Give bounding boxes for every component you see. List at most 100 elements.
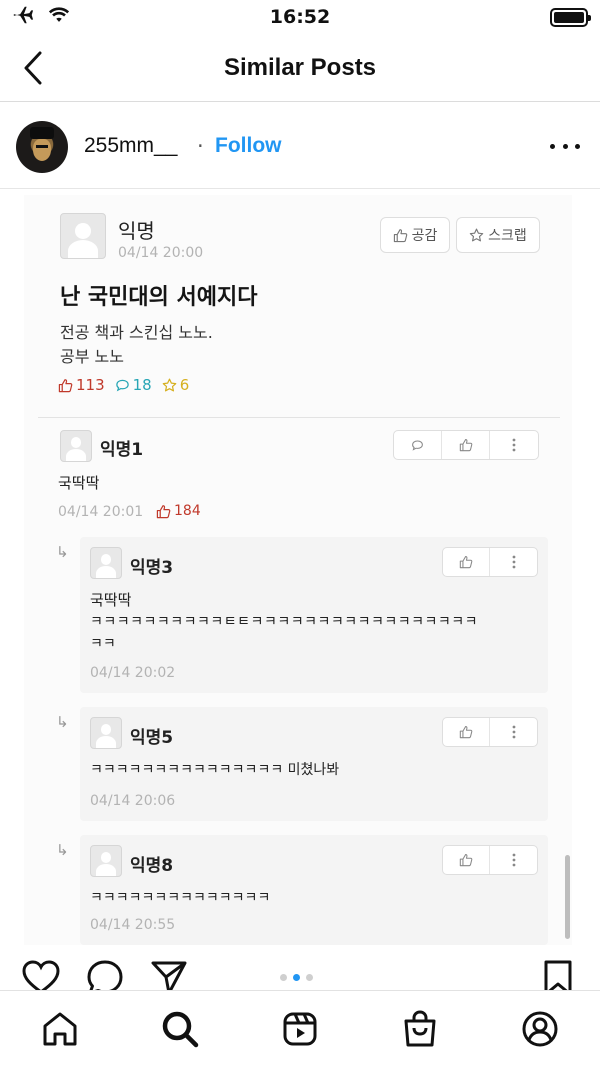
- tab-bar: [0, 990, 600, 1067]
- thumbs-up-icon: [393, 228, 407, 242]
- status-bar: 16:52: [0, 0, 600, 36]
- reply-author: 익명8: [130, 856, 174, 876]
- reply-more-button: [490, 548, 537, 576]
- username[interactable]: 255mm__: [84, 134, 177, 158]
- reply-button: [394, 431, 442, 459]
- more-vertical-icon: [512, 438, 516, 452]
- reply-more-button: [490, 718, 537, 746]
- post-likes: 113: [58, 376, 105, 394]
- post-body-line: 전공 책과 스킨십 노노.: [60, 323, 213, 342]
- reply-avatar: [90, 717, 122, 749]
- comment-icon: [115, 379, 129, 391]
- post-scraps-count: 6: [179, 376, 190, 394]
- reply-author: 익명3: [130, 558, 174, 578]
- reels-icon: [283, 1012, 317, 1046]
- comment-actions: [393, 430, 539, 460]
- more-options-button[interactable]: [550, 135, 580, 157]
- post-comments: 18: [115, 376, 152, 394]
- thumbs-up-icon: [58, 378, 73, 392]
- post-time: 04/14 20:00: [118, 245, 204, 261]
- tab-reels[interactable]: [280, 1009, 320, 1049]
- comment-author: 익명1: [100, 440, 144, 460]
- carousel-dot: [306, 974, 313, 981]
- page-title: Similar Posts: [223, 54, 377, 81]
- post-stats: 113 18 6: [58, 376, 189, 394]
- post-likes-count: 113: [76, 376, 105, 394]
- comment-more-button: [490, 431, 538, 459]
- reply-arrow-icon: ↳: [56, 841, 69, 859]
- more-vertical-icon: [512, 853, 515, 867]
- comment-likes-count: 184: [174, 503, 201, 519]
- nav-header: Similar Posts: [0, 36, 600, 102]
- more-vertical-icon: [512, 725, 515, 739]
- post-actions: [0, 952, 600, 996]
- post-author-avatar: [60, 213, 106, 259]
- empathy-button: 공감: [380, 217, 450, 253]
- carousel-dot: [280, 974, 287, 981]
- reply-like-button: [443, 548, 491, 576]
- thumbs-up-icon: [459, 556, 473, 569]
- status-time: 16:52: [269, 6, 331, 28]
- follow-button[interactable]: Follow: [215, 134, 282, 158]
- shopping-bag-icon: [404, 1010, 436, 1047]
- tab-home[interactable]: [40, 1009, 80, 1049]
- reply-text-line: ㅋㅋㅋㅋㅋㅋㅋㅋㅋㅋㅋㅋㅋㅋㅋ 미쳤나봐: [90, 762, 340, 778]
- post-body: 전공 책과 스킨십 노노. 공부 노노: [60, 321, 213, 369]
- thumbs-up-icon: [459, 439, 472, 452]
- reply-actions: [442, 845, 538, 875]
- comment-icon: [412, 440, 423, 451]
- star-icon: [469, 228, 484, 241]
- separator-dot: ·: [197, 134, 204, 158]
- post-body-line: 공부 노노: [60, 347, 124, 366]
- reply-like-button: [443, 846, 491, 874]
- heart-icon: [22, 960, 60, 994]
- post-header: 255mm__ · Follow: [0, 103, 600, 189]
- reply-time: 04/14 20:02: [90, 665, 176, 681]
- reply-arrow-icon: ↳: [56, 543, 69, 561]
- post-scraps: 6: [162, 376, 190, 394]
- search-icon: [162, 1011, 199, 1048]
- tab-search[interactable]: [160, 1009, 200, 1049]
- divider: [38, 417, 560, 418]
- reply-arrow-icon: ↳: [56, 713, 69, 731]
- carousel-dot-active: [293, 974, 300, 981]
- profile-icon: [522, 1011, 558, 1047]
- comment-text: 국딱딱: [58, 474, 100, 492]
- reply-time: 04/14 20:55: [90, 917, 176, 933]
- tab-profile[interactable]: [520, 1009, 560, 1049]
- comment-like-button: [442, 431, 490, 459]
- reply-avatar: [90, 845, 122, 877]
- reply-time: 04/14 20:06: [90, 793, 176, 809]
- more-vertical-icon: [512, 555, 515, 569]
- reply-text-line: ㅋㅋㅋㅋㅋㅋㅋㅋㅋㅋㅌㅌㅋㅋㅋㅋㅋㅋㅋㅋㅋㅋㅋㅋㅋㅋㅋㅋㅋ: [90, 614, 479, 630]
- reply-actions: [442, 717, 538, 747]
- reply-avatar: [90, 547, 122, 579]
- avatar[interactable]: [16, 121, 68, 173]
- scrap-label: 스크랩: [488, 228, 527, 244]
- reply-card: 익명8 ㅋㅋㅋㅋㅋㅋㅋㅋㅋㅋㅋㅋㅋㅋ 04/14 20:55: [80, 835, 548, 945]
- thumbs-up-icon: [459, 726, 473, 739]
- reply-text-line: ㅋㅋ: [90, 636, 116, 652]
- scrap-button: 스크랩: [456, 217, 540, 253]
- reply-author: 익명5: [130, 728, 174, 748]
- star-icon: [162, 378, 177, 391]
- thumbs-up-icon: [156, 504, 171, 518]
- reply-card: 익명3 국딱딱 ㅋㅋㅋㅋㅋㅋㅋㅋㅋㅋㅌㅌㅋㅋㅋㅋㅋㅋㅋㅋㅋㅋㅋㅋㅋㅋㅋㅋㅋ ㅋㅋ…: [80, 537, 548, 693]
- reply-actions: [442, 547, 538, 577]
- comment-likes: 184: [156, 503, 201, 519]
- reply-text-line: ㅋㅋㅋㅋㅋㅋㅋㅋㅋㅋㅋㅋㅋㅋ: [90, 890, 271, 906]
- comment-time: 04/14 20:01: [58, 504, 144, 520]
- tab-shop[interactable]: [400, 1009, 440, 1049]
- thumbs-up-icon: [459, 854, 473, 867]
- reply-like-button: [443, 718, 491, 746]
- scrollbar: [565, 855, 570, 939]
- reply-more-button: [490, 846, 537, 874]
- empathy-label: 공감: [411, 228, 438, 244]
- comment-avatar: [60, 430, 92, 462]
- post-author-name: 익명: [118, 219, 155, 243]
- reply-text-line: 국딱딱: [90, 591, 132, 609]
- post-image: 익명 04/14 20:00 공감 스크랩 난 국민대의 서예지다 전공 책과 …: [24, 195, 572, 945]
- battery-icon: [550, 8, 591, 27]
- reply-card: 익명5 ㅋㅋㅋㅋㅋㅋㅋㅋㅋㅋㅋㅋㅋㅋㅋ 미쳤나봐 04/14 20:06: [80, 707, 548, 821]
- carousel-dots: [280, 974, 313, 981]
